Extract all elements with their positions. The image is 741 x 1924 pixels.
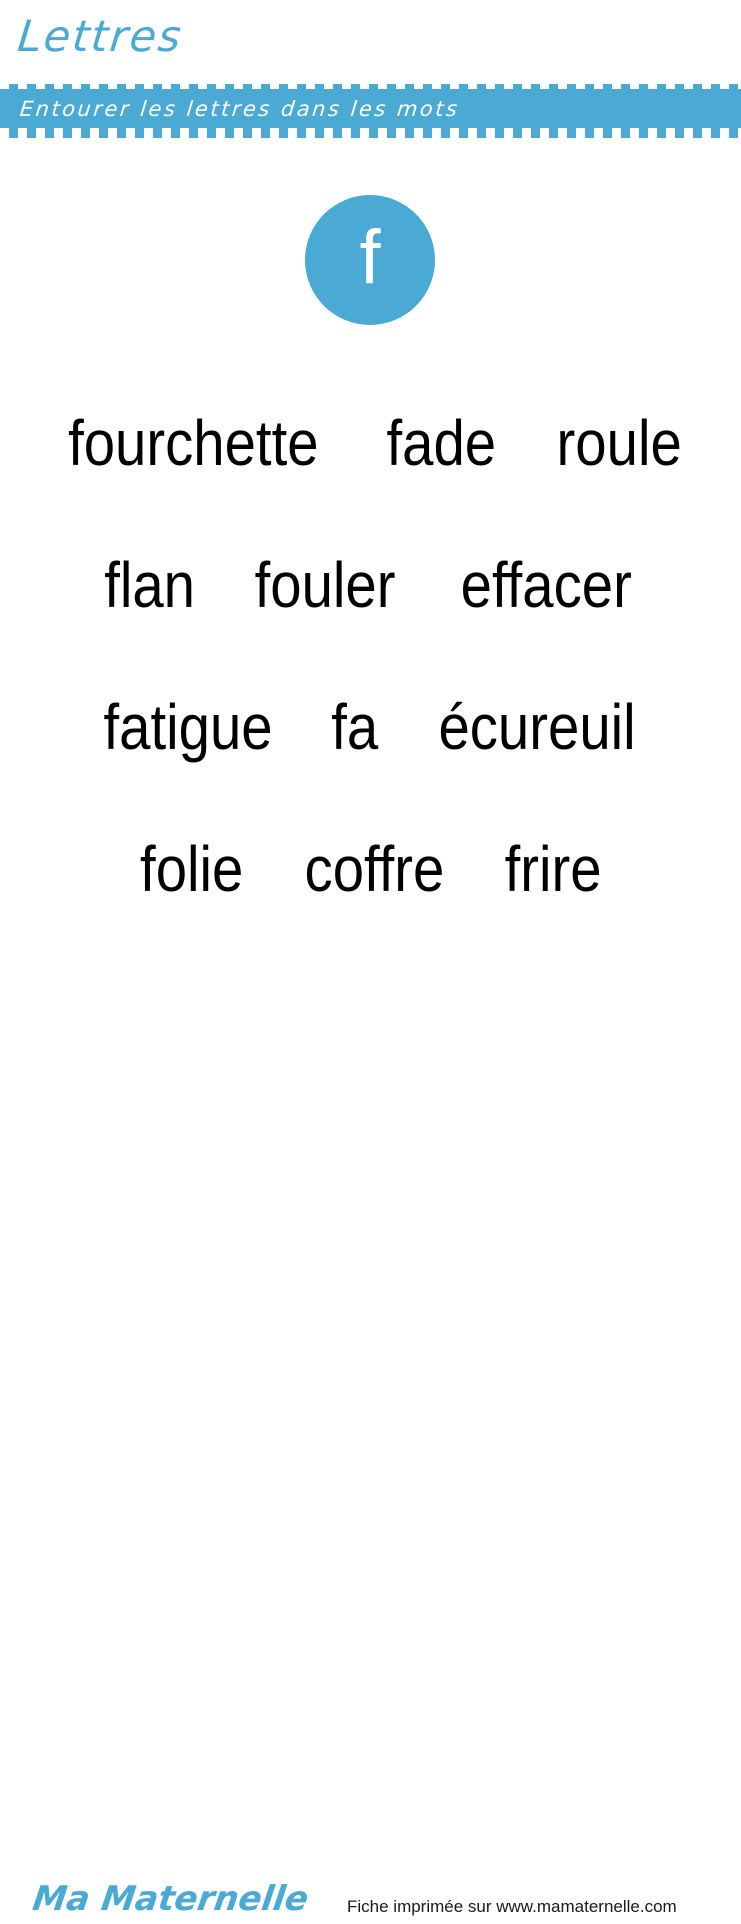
band-top-dashes [0,84,741,89]
word-row: fatigue fa écureuil [0,656,741,798]
word-item[interactable]: écureuil [439,695,636,759]
brand-logo: Ma Maternelle [30,1879,311,1919]
instruction-text: Entourer les lettres dans les mots [18,96,461,121]
word-item[interactable]: flan [104,553,195,617]
word-item[interactable]: fade [387,411,497,475]
instruction-band: Entourer les lettres dans les mots [0,84,741,133]
word-row: fourchette fade roule [0,372,741,514]
word-item[interactable]: fourchette [68,411,318,475]
word-item[interactable]: fatigue [103,695,272,759]
worksheet-header: Lettres Entourer les lettres dans les mo… [0,0,741,140]
footer-note: Fiche imprimée sur www.mamaternelle.com [347,1897,677,1916]
word-row: folie coffre frire [0,798,741,940]
word-grid: fourchette fade roule flan fouler efface… [0,372,741,940]
page-title: Lettres [15,12,186,62]
word-item[interactable]: fouler [254,553,395,617]
worksheet-footer: Ma Maternelle Fiche imprimée sur www.mam… [0,930,741,1919]
word-item[interactable]: frire [504,837,601,901]
target-letter-glyph: f [359,215,381,300]
word-item[interactable]: effacer [461,553,632,617]
word-item[interactable]: coffre [304,837,444,901]
band-bottom-tabs [0,133,741,138]
word-item[interactable]: fa [331,695,378,759]
target-letter-badge: f [305,195,435,325]
word-item[interactable]: folie [140,837,243,901]
word-item[interactable]: roule [556,411,681,475]
word-row: flan fouler effacer [0,514,741,656]
